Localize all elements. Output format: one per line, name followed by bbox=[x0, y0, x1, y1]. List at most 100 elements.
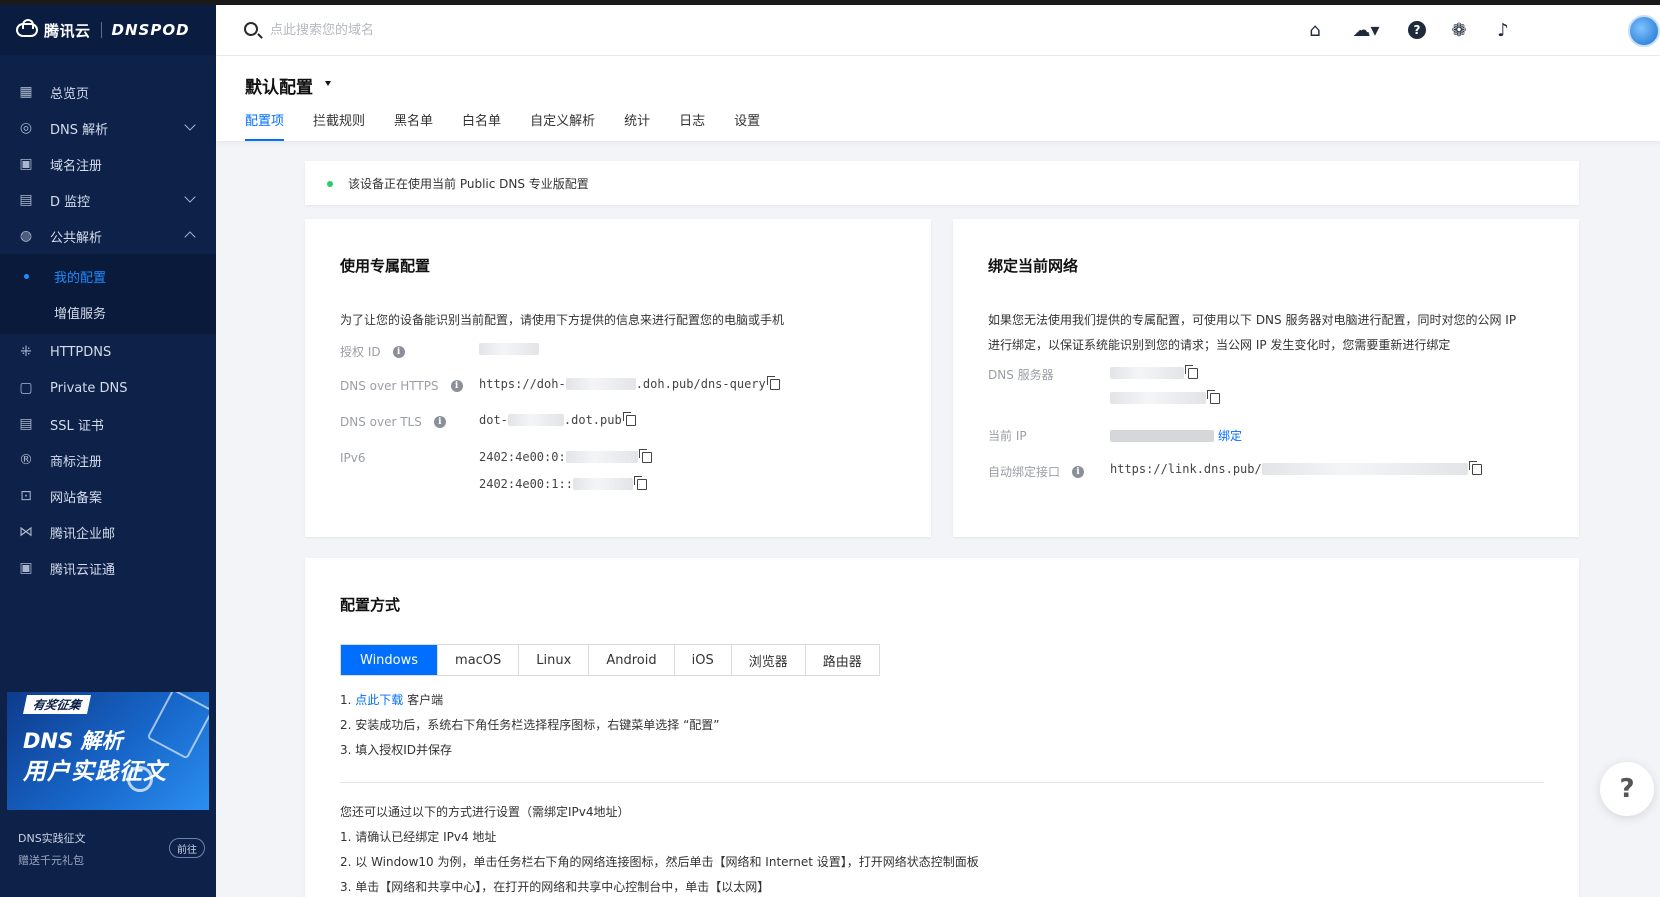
info-icon[interactable]: i bbox=[450, 380, 463, 392]
auto-bind-label: 自动绑定接口 i bbox=[988, 463, 1085, 480]
bind-link[interactable]: 绑定 bbox=[1218, 427, 1242, 444]
alt-step-3: 3. 单击【网络和共享中心】，在打开的网络和共享中心控制台中，单击【以太网】 bbox=[340, 880, 770, 894]
download-link[interactable]: 点此下载 bbox=[355, 693, 403, 707]
cloud-dropdown-icon[interactable]: ☁▾ bbox=[1348, 19, 1384, 41]
domain-search-input[interactable] bbox=[270, 18, 670, 42]
chevron-down-icon bbox=[184, 119, 196, 131]
auto-bind-value: https://link.dns.pub/ bbox=[1110, 460, 1482, 476]
status-notice: 该设备正在使用当前 Public DNS 专业版配置 bbox=[305, 161, 1579, 205]
info-icon[interactable]: i bbox=[433, 416, 446, 428]
dedicated-config-card: 使用专属配置 为了让您的设备能识别当前配置，请使用下方提供的信息来进行配置您的电… bbox=[305, 219, 931, 537]
search-icon[interactable] bbox=[244, 22, 258, 36]
help-icon[interactable]: ? bbox=[1406, 19, 1428, 41]
masked-value bbox=[1110, 429, 1214, 442]
dot-label: DNS over TLS i bbox=[340, 415, 446, 429]
sidebar-item-public-dns[interactable]: ◍ 公共解析 bbox=[0, 218, 216, 254]
notice-text: 该设备正在使用当前 Public DNS 专业版配置 bbox=[348, 177, 589, 191]
sidebar-subitem-my-config[interactable]: 我的配置 bbox=[0, 258, 216, 294]
sidebar-item-d-monitor[interactable]: ▤ D 监控 bbox=[0, 182, 216, 218]
tab-config[interactable]: 配置项 bbox=[245, 110, 285, 141]
info-icon[interactable]: i bbox=[392, 345, 405, 358]
sidebar-subitem-value-added[interactable]: 增值服务 bbox=[0, 294, 216, 330]
filing-icon: ⊡ bbox=[20, 488, 32, 504]
tab-block-rules[interactable]: 拦截规则 bbox=[313, 110, 365, 141]
globe-icon: ◎ bbox=[19, 120, 33, 136]
home-icon[interactable]: ⌂ bbox=[1304, 19, 1326, 41]
sidebar-item-label: SSL 证书 bbox=[50, 418, 104, 434]
tab-whitelist[interactable]: 白名单 bbox=[462, 110, 501, 141]
copy-icon[interactable] bbox=[638, 448, 652, 463]
copy-icon[interactable] bbox=[1468, 460, 1482, 475]
monitor-icon: ▤ bbox=[19, 192, 33, 208]
sidebar-item-mail[interactable]: ⋈ 腾讯企业邮 bbox=[0, 514, 216, 550]
card-description: 为了让您的设备能识别当前配置，请使用下方提供的信息来进行配置您的电脑或手机 bbox=[340, 313, 785, 327]
platform-macos-button[interactable]: macOS bbox=[438, 645, 520, 675]
masked-value bbox=[565, 451, 638, 463]
sidebar-item-private-dns[interactable]: ▢ Private DNS bbox=[0, 370, 216, 406]
card-title: 配置方式 bbox=[340, 596, 401, 614]
tab-blacklist[interactable]: 黑名单 bbox=[394, 110, 433, 141]
copy-icon[interactable] bbox=[633, 475, 647, 490]
sidebar-item-label: 网站备案 bbox=[50, 490, 103, 506]
platform-browser-button[interactable]: 浏览器 bbox=[732, 645, 806, 675]
copy-icon[interactable] bbox=[622, 411, 636, 426]
page-title[interactable]: 默认配置 bbox=[245, 73, 313, 98]
help-bubble-button[interactable]: ? bbox=[1600, 762, 1654, 816]
promo-banner[interactable]: 有奖征集 DNS 解析 用户实践征文 bbox=[7, 692, 209, 810]
register-icon: ▣ bbox=[19, 156, 33, 172]
top-bar: ⌂ ☁▾ ? ❁ ♪ bbox=[216, 5, 1660, 56]
platform-windows-button[interactable]: Windows bbox=[341, 645, 439, 675]
tab-custom-resolve[interactable]: 自定义解析 bbox=[530, 110, 595, 141]
client-steps: 1. 点此下载 客户端 2. 安装成功后，系统右下角任务栏选择程序图标，右键菜单… bbox=[340, 688, 720, 763]
copy-icon[interactable] bbox=[1185, 364, 1198, 379]
platform-ios-button[interactable]: iOS bbox=[675, 645, 732, 675]
card-title: 使用专属配置 bbox=[340, 257, 431, 275]
config-method-card: 配置方式 Windows macOS Linux Android iOS 浏览器… bbox=[305, 558, 1579, 897]
section-divider bbox=[340, 782, 1544, 783]
card-description: 如果您无法使用我们提供的专属配置，可使用以下 DNS 服务器对电脑进行配置，同时… bbox=[988, 308, 1516, 358]
masked-value bbox=[565, 378, 636, 390]
auth-id-label: 授权 ID i bbox=[340, 343, 405, 360]
copy-icon[interactable] bbox=[1207, 389, 1220, 404]
promo-title-line2: 用户实践征文 bbox=[23, 759, 167, 785]
copy-icon[interactable] bbox=[766, 375, 780, 390]
promo-go-button[interactable]: 前往 bbox=[169, 838, 205, 858]
page-header: 默认配置 配置项 拦截规则 黑名单 白名单 自定义解析 统计 日志 设置 bbox=[216, 56, 1660, 141]
sidebar-item-filing[interactable]: ⊡ 网站备案 bbox=[0, 478, 216, 514]
doh-value: https://doh- .doh.pub/dns-query bbox=[479, 375, 780, 391]
info-icon[interactable]: i bbox=[1072, 465, 1085, 478]
tab-stats[interactable]: 统计 bbox=[624, 110, 650, 141]
tab-settings[interactable]: 设置 bbox=[734, 110, 760, 141]
tab-logs[interactable]: 日志 bbox=[679, 110, 705, 141]
platform-selector: Windows macOS Linux Android iOS 浏览器 路由器 bbox=[340, 644, 880, 676]
brand-logo[interactable]: 腾讯云 DNSPOD bbox=[0, 5, 216, 55]
dot-suffix: .dot.pub bbox=[563, 413, 622, 427]
platform-android-button[interactable]: Android bbox=[589, 645, 675, 675]
public-dns-icon: ◍ bbox=[19, 228, 33, 244]
sidebar-item-overview[interactable]: ▦ 总览页 bbox=[0, 74, 216, 110]
sidebar-item-trademark[interactable]: ® 商标注册 bbox=[0, 442, 216, 478]
dot-prefix: dot- bbox=[479, 413, 508, 427]
sidebar-item-cert[interactable]: ▣ 腾讯云证通 bbox=[0, 550, 216, 586]
platform-router-button[interactable]: 路由器 bbox=[806, 645, 879, 675]
wechat-icon[interactable]: ❁ bbox=[1448, 19, 1470, 41]
ipv6-text: 2402:4e00:1:: bbox=[479, 477, 573, 491]
bell-icon[interactable]: ♪ bbox=[1492, 19, 1514, 41]
sidebar-item-httpdns[interactable]: ⁜ HTTPDNS bbox=[0, 334, 216, 370]
platform-linux-button[interactable]: Linux bbox=[519, 645, 590, 675]
user-avatar[interactable] bbox=[1628, 15, 1660, 47]
promo-tag: 有奖征集 bbox=[22, 695, 92, 714]
private-dns-icon: ▢ bbox=[19, 380, 33, 396]
ssl-icon: ▤ bbox=[19, 416, 33, 432]
doh-suffix: .doh.pub/dns-query bbox=[635, 377, 766, 391]
sidebar-item-label: Private DNS bbox=[50, 380, 128, 396]
step-text: 客户端 bbox=[403, 693, 444, 707]
sidebar-item-ssl[interactable]: ▤ SSL 证书 bbox=[0, 406, 216, 442]
sidebar-item-dns[interactable]: ◎ DNS 解析 bbox=[0, 110, 216, 146]
sidebar-item-domain-register[interactable]: ▣ 域名注册 bbox=[0, 146, 216, 182]
sidebar-item-label: 商标注册 bbox=[50, 454, 103, 470]
masked-value bbox=[479, 343, 539, 355]
caret-down-icon[interactable] bbox=[325, 81, 331, 86]
card-title: 绑定当前网络 bbox=[988, 257, 1079, 275]
sidebar-item-label: D 监控 bbox=[50, 194, 91, 210]
